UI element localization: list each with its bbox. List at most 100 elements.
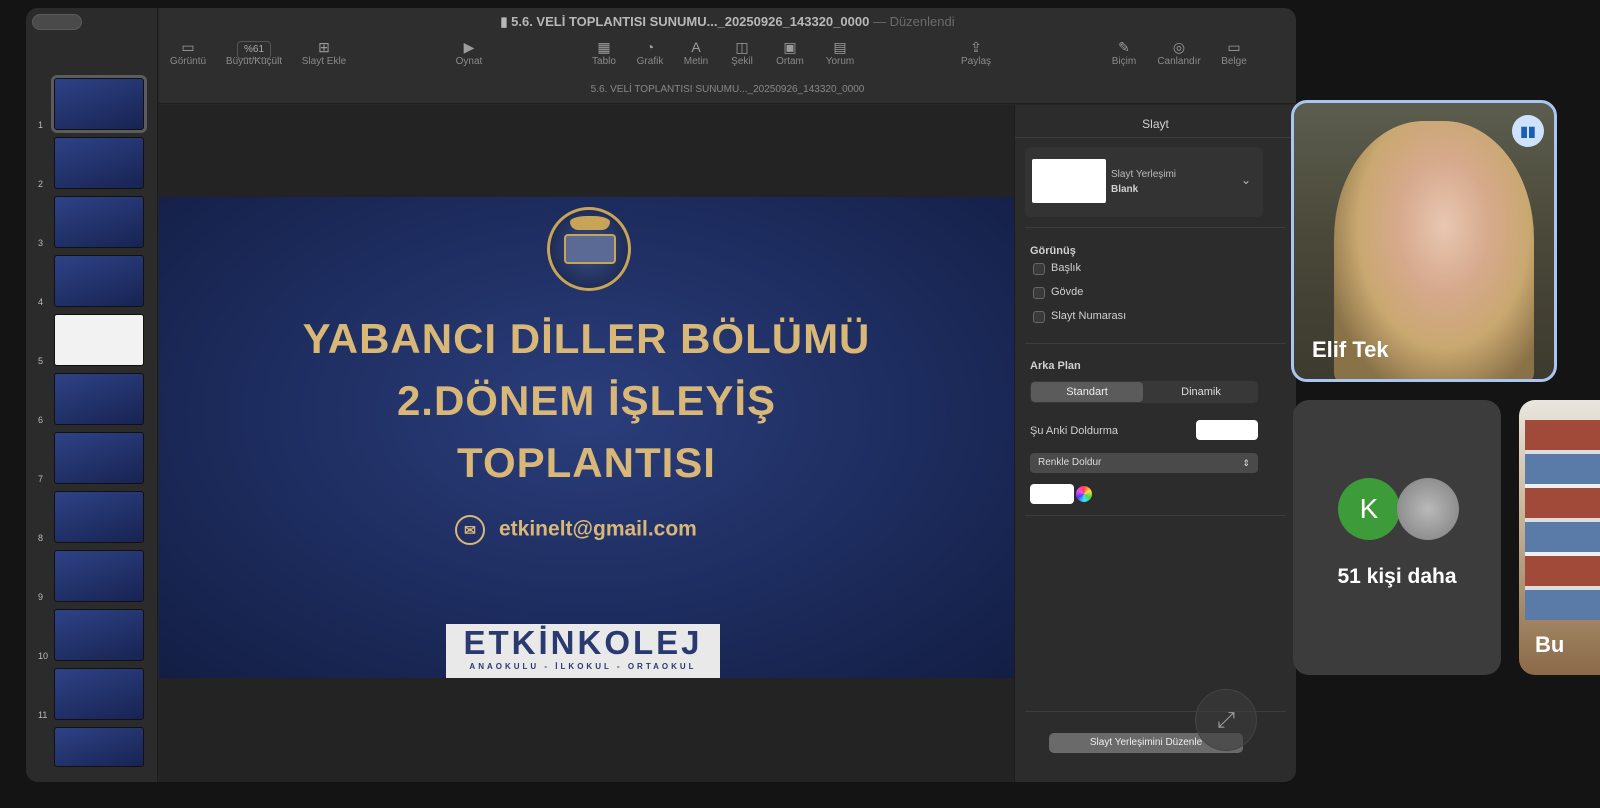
tab-dynamic[interactable]: Dinamik	[1145, 382, 1257, 402]
slide-navigator[interactable]: 1 2 3 4 5 6 7 8 9 10 11	[26, 8, 158, 782]
school-logo: ETKİNKOLEJ ANAOKULU - İLKOKUL - ORTAOKUL	[446, 624, 720, 678]
document-subtitle: 5.6. VELİ TOPLANTISI SUNUMU..._20250926_…	[590, 84, 865, 95]
toolbar: ▮ 5.6. VELİ TOPLANTISI SUNUMU..._2025092…	[159, 8, 1296, 104]
slide-title-line-1: YABANCI DİLLER BÖLÜMÜ	[302, 315, 871, 362]
background-heading: Arka Plan	[1030, 360, 1081, 372]
slide-number: 10	[38, 651, 49, 661]
document-icon: ▭	[1227, 39, 1241, 55]
toolbar-label: Metin	[683, 56, 709, 67]
toolbar-label: Canlandır	[1157, 56, 1201, 67]
current-fill-swatch[interactable]	[1196, 420, 1258, 440]
edited-status: — Düzenlendi	[872, 14, 955, 29]
checkbox[interactable]	[1033, 311, 1045, 323]
checkbox-label: Slayt Numarası	[1051, 310, 1127, 322]
slide-number: 9	[38, 592, 44, 602]
share-icon: ⇪	[970, 39, 982, 55]
appearance-heading: Görünüş	[1030, 245, 1076, 257]
slide-thumbnail[interactable]	[54, 432, 144, 484]
mail-icon: ✉	[455, 515, 485, 545]
participant-tile-cut[interactable]: Bu	[1519, 400, 1600, 675]
checkbox[interactable]	[1033, 287, 1045, 299]
checkbox-label: Başlık	[1051, 262, 1081, 274]
keynote-window: 1 2 3 4 5 6 7 8 9 10 11 ▮ 5.6. VELİ TOPLANTISI SUN…	[26, 8, 1296, 782]
layout-label: Slayt Yerleşimi	[1111, 169, 1177, 180]
toolbar-label: Büyüt/Küçült	[225, 56, 283, 67]
checkbox[interactable]	[1033, 263, 1045, 275]
participant-avatar: K	[1338, 478, 1400, 540]
slide-number: 11	[38, 710, 48, 720]
slide-title-line-3: TOPLANTISI	[457, 439, 716, 486]
toolbar-label: Paylaş	[960, 56, 991, 67]
toolbar-comment-button[interactable]: ▤ Yorum	[805, 38, 875, 67]
select-arrows-icon: ⇕	[1242, 458, 1250, 468]
slide-thumbnail[interactable]	[54, 196, 144, 248]
toolbar-zoom-button[interactable]: %61 Büyüt/Küçült	[219, 38, 289, 67]
fullscreen-button[interactable]: ⤢	[1195, 689, 1257, 751]
slide-title-line-2: 2.DÖNEM İŞLEYİŞ	[396, 377, 777, 424]
slide-number: 1	[38, 120, 44, 130]
slide-thumbnail[interactable]	[54, 255, 144, 307]
speaker-tile[interactable]: ▮▮ Elif Tek	[1291, 100, 1557, 382]
slide-thumbnail[interactable]	[54, 314, 144, 366]
document-icon: ▮	[500, 14, 512, 29]
toolbar-label: Şekil	[731, 56, 753, 67]
slide-canvas[interactable]: YABANCI DİLLER BÖLÜMÜ 2.DÖNEM İŞLEYİŞ TO…	[159, 105, 1181, 782]
fill-color-well[interactable]	[1030, 484, 1074, 504]
tab-standard[interactable]: Standart	[1031, 382, 1143, 402]
speaker-name: Elif Tek	[1312, 337, 1389, 362]
slide-email: ✉ etkinelt@gmail.com	[455, 515, 697, 545]
sidebar-icon: ▭	[181, 39, 195, 55]
slide-number: 2	[38, 179, 44, 189]
color-wheel-icon[interactable]	[1076, 486, 1092, 502]
toolbar-label: Ortam	[776, 56, 804, 67]
school-emblem-icon	[547, 207, 631, 291]
slide-thumbnail[interactable]	[54, 550, 144, 602]
chevron-down-icon: ⌄	[1240, 173, 1251, 187]
current-fill-label: Şu Anki Doldurma	[1030, 425, 1119, 437]
slide[interactable]: YABANCI DİLLER BÖLÜMÜ 2.DÖNEM İŞLEYİŞ TO…	[159, 197, 1014, 678]
slide-number: 7	[38, 474, 44, 484]
toolbar-label: Slayt Ekle	[301, 56, 347, 67]
comment-icon: ▤	[833, 39, 847, 55]
expand-icon: ⤢	[1217, 707, 1235, 732]
slide-number: 4	[38, 297, 44, 307]
participant-name-cut: Bu	[1535, 632, 1565, 657]
toolbar-label: Tablo	[592, 56, 616, 67]
toolbar-label: Belge	[1221, 56, 1247, 67]
speaking-indicator-icon: ▮▮	[1512, 115, 1544, 147]
slide-thumbnail[interactable]	[54, 609, 144, 661]
layout-thumbnail	[1032, 159, 1106, 203]
slide-thumbnail[interactable]	[51, 75, 147, 133]
layout-value: Blank	[1111, 184, 1139, 195]
inspector-header: Slayt	[1142, 117, 1169, 131]
inspector-panel: Slayt Slayt Yerleşimi Blank ⌄ Görünüş Ba…	[1014, 105, 1296, 782]
toolbar-label: Grafik	[636, 56, 664, 67]
add-slide-icon: ⊞	[318, 39, 330, 55]
slide-thumbnail[interactable]	[54, 373, 144, 425]
background-tabs: Standart Dinamik	[1030, 381, 1258, 403]
toolbar-label: Oynat	[455, 56, 483, 67]
toolbar-document-button[interactable]: ▭ Belge	[1199, 38, 1269, 67]
others-tile[interactable]: K 51 kişi daha	[1293, 400, 1501, 675]
toolbar-label: Görüntü	[169, 56, 207, 67]
slide-thumbnail[interactable]	[54, 137, 144, 189]
window-controls-icon[interactable]	[32, 14, 82, 30]
participant-avatar-photo	[1397, 478, 1459, 540]
slide-thumbnail[interactable]	[54, 727, 144, 767]
toolbar-add-slide-button[interactable]: ⊞ Slayt Ekle	[289, 38, 359, 67]
toolbar-label: Biçim	[1111, 56, 1137, 67]
toolbar-share-button[interactable]: ⇪ Paylaş	[941, 38, 1011, 67]
slide-thumbnail[interactable]	[54, 491, 144, 543]
toolbar-label: Yorum	[825, 56, 855, 67]
checkbox-label: Gövde	[1051, 286, 1084, 298]
slide-number: 3	[38, 238, 44, 248]
toolbar-play-button[interactable]: ▶ Oynat	[434, 38, 504, 67]
slide-layout-selector[interactable]: Slayt Yerleşimi Blank ⌄	[1025, 147, 1263, 217]
toolbar-sidebar-button[interactable]: ▭ Görüntü	[153, 38, 223, 67]
zoom-icon: %61	[219, 38, 289, 59]
fill-type-select[interactable]: Renkle Doldur ⇕	[1030, 453, 1258, 473]
slide-thumbnail[interactable]	[54, 668, 144, 720]
slide-number: 5	[38, 356, 44, 366]
others-count: 51 kişi daha	[1337, 565, 1457, 588]
bookshelf-background	[1525, 420, 1600, 620]
